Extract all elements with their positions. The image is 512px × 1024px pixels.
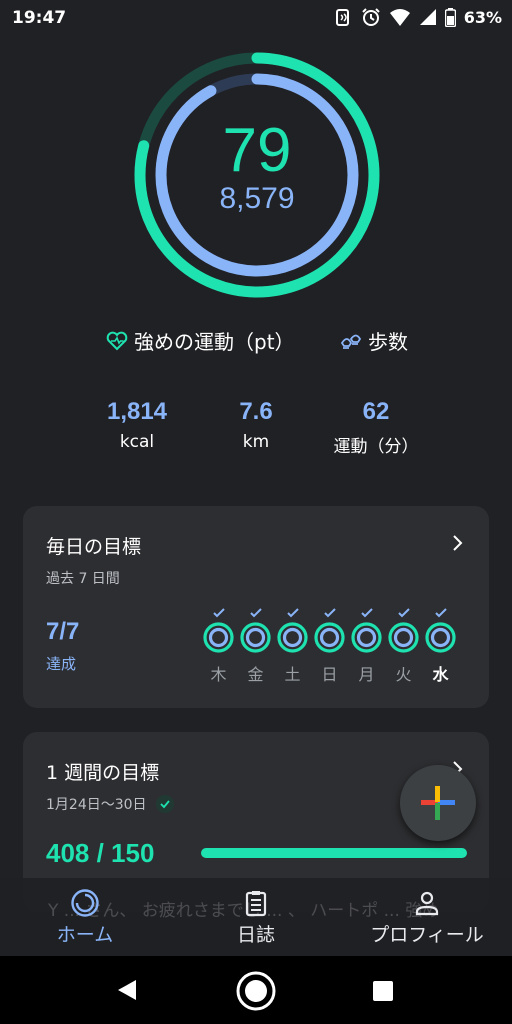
day-item: 火: [388, 608, 419, 685]
calories-label: kcal: [119, 432, 155, 452]
chevron-right-icon[interactable]: [451, 534, 463, 552]
status-icons: 63%: [333, 7, 502, 27]
move-minutes-label: 運動（分）: [333, 437, 419, 457]
day-item: 土: [277, 608, 308, 685]
move-minutes-value: 62: [362, 398, 390, 425]
check-icon: [323, 608, 336, 618]
weekly-goal-title: 1 週間の目標: [46, 762, 160, 784]
check-icon: [434, 608, 447, 618]
daily-goal-subtitle: 過去 7 日間: [46, 571, 120, 587]
battery-percent: 63%: [463, 7, 502, 27]
day-item: 金: [240, 608, 271, 685]
day-label: 水: [432, 665, 449, 684]
home-icon[interactable]: [235, 970, 277, 1012]
recents-icon[interactable]: [372, 980, 394, 1002]
journal-icon: [245, 891, 267, 917]
distance-label: km: [242, 432, 270, 452]
nav-home-label: ホーム: [56, 924, 114, 946]
nav-home[interactable]: ホーム: [50, 888, 120, 947]
day-label: 金: [247, 665, 264, 684]
day-ring-icon: [203, 622, 234, 653]
day-item: 水: [425, 608, 456, 685]
day-ring-icon: [388, 622, 419, 653]
heart-points-value: 79: [222, 116, 292, 185]
check-icon: [360, 608, 373, 618]
alarm-icon: [361, 8, 380, 26]
ring-legend: 強めの運動（pt） 歩数: [0, 326, 512, 358]
activity-rings[interactable]: 79 8,579: [132, 50, 382, 300]
check-circle-icon: [155, 795, 174, 813]
daily-achieved-count: 7/7: [46, 618, 80, 645]
legend-heart-label: 強めの運動（pt）: [134, 330, 295, 354]
heart-icon: [106, 331, 128, 350]
day-ring-icon: [277, 622, 308, 653]
stat-distance: 7.6 km: [226, 398, 286, 452]
nav-profile-label: プロフィール: [370, 924, 484, 946]
distance-value: 7.6: [239, 398, 273, 425]
stat-calories: 1,814 kcal: [98, 398, 176, 452]
day-ring-icon: [425, 622, 456, 653]
signal-icon: [419, 9, 436, 25]
daily-goal-title: 毎日の目標: [46, 536, 142, 558]
profile-icon: [415, 891, 439, 916]
check-icon: [286, 608, 299, 618]
check-icon: [397, 608, 410, 618]
bottom-nav: Y ... さん、 お疲れさまでし ... 、 ハートポ ... 強め ホーム …: [0, 878, 512, 956]
day-label: 月: [358, 665, 375, 684]
check-icon: [212, 608, 225, 618]
weekly-progress-text: 408 / 150: [46, 838, 155, 868]
footsteps-icon: [340, 334, 362, 349]
daily-achieved-label: 達成: [46, 655, 77, 673]
back-icon[interactable]: [114, 977, 140, 1003]
legend-steps-label: 歩数: [368, 330, 408, 354]
day-label: 木: [210, 665, 227, 684]
nav-journal-label: 日誌: [236, 924, 275, 946]
day-list: 木金土日月火水: [203, 608, 456, 685]
day-label: 日: [321, 665, 338, 684]
system-nav-bar: [0, 956, 512, 1024]
legend-heart-points: 強めの運動（pt）: [106, 326, 295, 355]
day-item: 月: [351, 608, 382, 685]
wifi-icon: [389, 9, 410, 26]
day-item: 木: [203, 608, 234, 685]
day-item: 日: [314, 608, 345, 685]
calories-value: 1,814: [106, 398, 168, 425]
day-ring-icon: [351, 622, 382, 653]
nfc-icon: [335, 9, 349, 26]
status-time: 19:47: [12, 8, 67, 28]
battery-icon: [444, 7, 456, 27]
weekly-date-range: 1月24日〜30日: [46, 797, 147, 813]
day-label: 火: [395, 665, 412, 684]
day-label: 土: [284, 665, 301, 684]
nav-journal[interactable]: 日誌: [226, 888, 286, 947]
check-icon: [249, 608, 262, 618]
day-ring-icon: [240, 622, 271, 653]
weekly-date-row: 1月24日〜30日: [46, 794, 175, 814]
daily-goal-card[interactable]: 毎日の目標 過去 7 日間 7/7 達成 木 金 土 日 月 火 水: [23, 506, 489, 708]
plus-icon: [421, 786, 455, 820]
day-ring-icon: [314, 622, 345, 653]
stat-move-minutes: 62 運動（分）: [316, 398, 436, 457]
add-button[interactable]: [400, 765, 476, 841]
status-bar: 19:47 63%: [0, 0, 512, 36]
steps-value: 8,579: [219, 182, 295, 215]
weekly-progress-bar: [201, 848, 467, 858]
nav-profile[interactable]: プロフィール: [364, 888, 490, 947]
home-ring-icon: [71, 889, 99, 917]
legend-steps: 歩数: [340, 326, 408, 355]
